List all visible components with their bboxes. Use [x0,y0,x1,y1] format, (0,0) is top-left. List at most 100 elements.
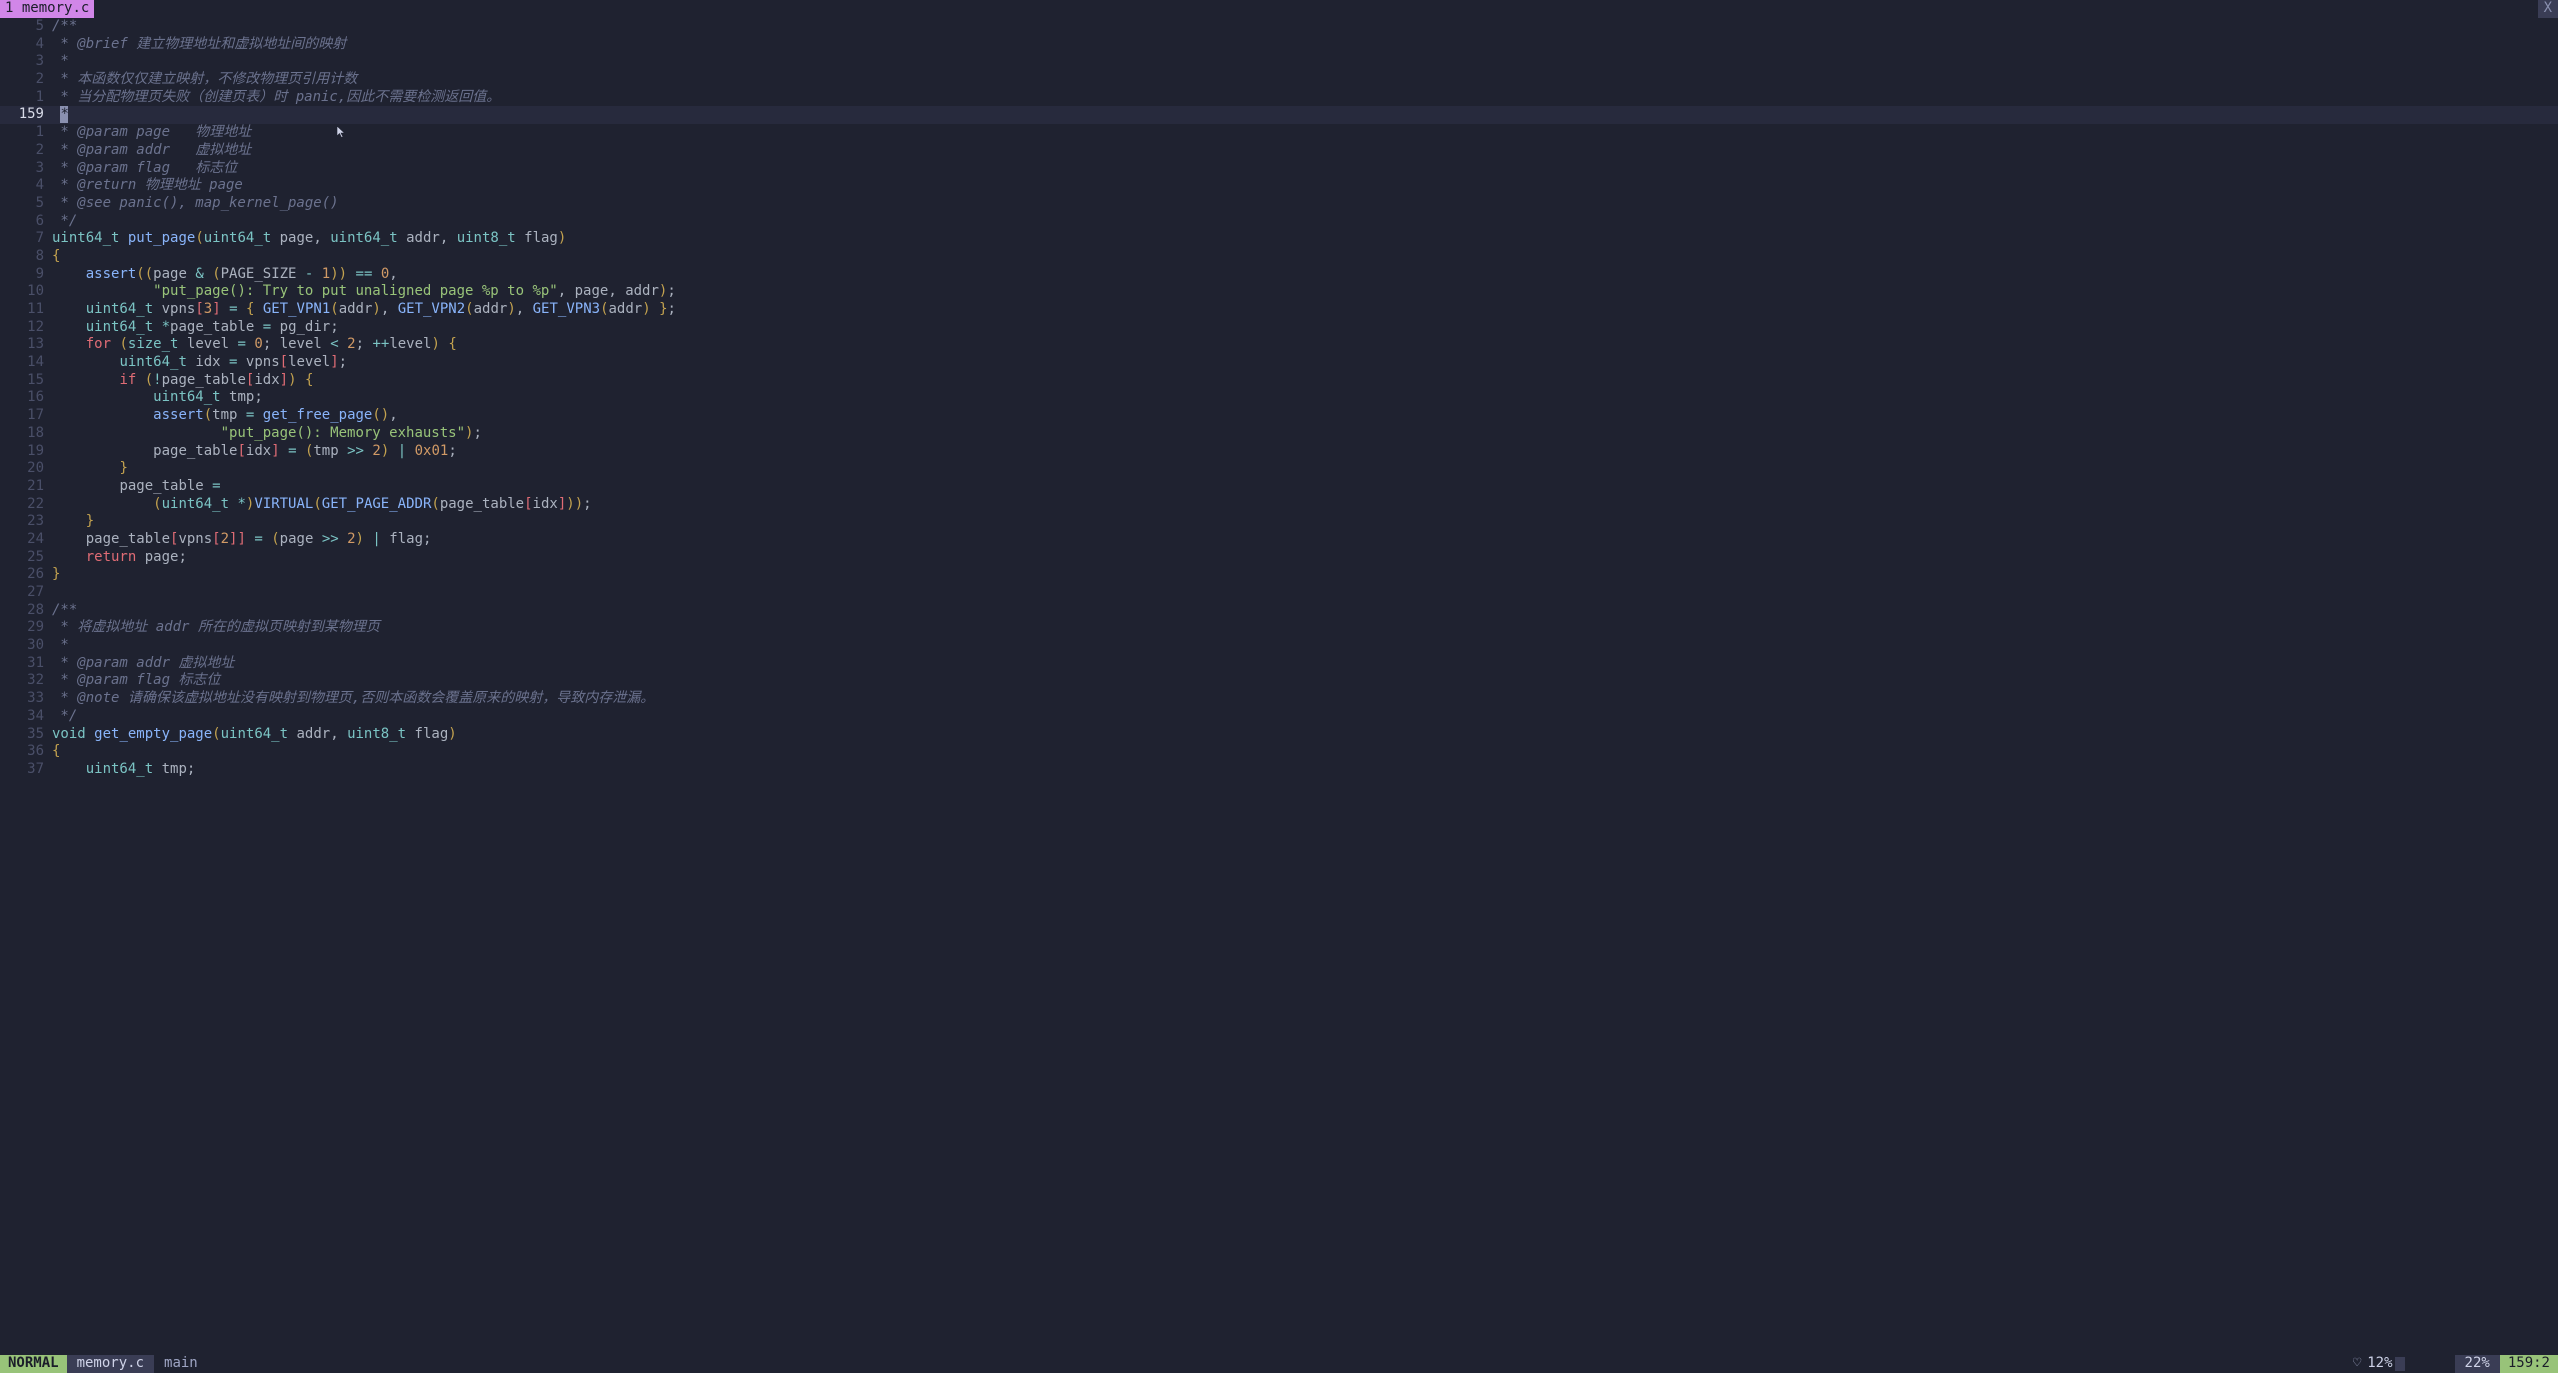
code-content[interactable]: * 将虚拟地址 addr 所在的虚拟页映射到某物理页 [52,619,2558,637]
code-content[interactable]: * [52,53,2558,71]
code-line[interactable]: 2 * 本函数仅仅建立映射，不修改物理页引用计数 [0,71,2558,89]
code-content[interactable]: * @param addr 虚拟地址 [52,142,2558,160]
code-line[interactable]: 33 * @note 请确保该虚拟地址没有映射到物理页,否则本函数会覆盖原来的映… [0,690,2558,708]
code-content[interactable]: /** [52,18,2558,36]
code-content[interactable]: page_table = [52,478,2558,496]
code-content[interactable]: * @see panic(), map_kernel_page() [52,195,2558,213]
code-line[interactable]: 7uint64_t put_page(uint64_t page, uint64… [0,230,2558,248]
code-content[interactable]: * @param addr 虚拟地址 [52,655,2558,673]
code-content[interactable]: uint64_t put_page(uint64_t page, uint64_… [52,230,2558,248]
code-content[interactable]: } [52,513,2558,531]
code-line[interactable]: 25 return page; [0,549,2558,567]
code-line[interactable]: 6 */ [0,213,2558,231]
code-line[interactable]: 17 assert(tmp = get_free_page(), [0,407,2558,425]
code-line[interactable]: 27 [0,584,2558,602]
code-content[interactable]: for (size_t level = 0; level < 2; ++leve… [52,336,2558,354]
line-number: 5 [0,18,52,36]
code-content[interactable]: "put_page(): Memory exhausts"); [52,425,2558,443]
line-number: 11 [0,301,52,319]
code-line[interactable]: 19 page_table[idx] = (tmp >> 2) | 0x01; [0,443,2558,461]
code-line[interactable]: 159 * [0,106,2558,124]
code-content[interactable]: * @param flag 标志位 [52,160,2558,178]
code-line[interactable]: 2 * @param addr 虚拟地址 [0,142,2558,160]
code-content[interactable]: if (!page_table[idx]) { [52,372,2558,390]
line-number: 29 [0,619,52,637]
code-line[interactable]: 15 if (!page_table[idx]) { [0,372,2558,390]
code-line[interactable]: 10 "put_page(): Try to put unaligned pag… [0,283,2558,301]
code-line[interactable]: 20 } [0,460,2558,478]
code-line[interactable]: 3 * @param flag 标志位 [0,160,2558,178]
tab-index: 1 [5,0,13,16]
code-content[interactable]: uint64_t tmp; [52,389,2558,407]
code-line[interactable]: 32 * @param flag 标志位 [0,672,2558,690]
code-content[interactable]: uint64_t vpns[3] = { GET_VPN1(addr), GET… [52,301,2558,319]
code-line[interactable]: 1 * @param page 物理地址 [0,124,2558,142]
code-line[interactable]: 13 for (size_t level = 0; level < 2; ++l… [0,336,2558,354]
code-line[interactable]: 8{ [0,248,2558,266]
code-content[interactable]: * @return 物理地址 page [52,177,2558,195]
code-content[interactable]: page_table[idx] = (tmp >> 2) | 0x01; [52,443,2558,461]
code-line[interactable]: 18 "put_page(): Memory exhausts"); [0,425,2558,443]
code-line[interactable]: 12 uint64_t *page_table = pg_dir; [0,319,2558,337]
code-line[interactable]: 16 uint64_t tmp; [0,389,2558,407]
code-content[interactable]: return page; [52,549,2558,567]
code-content[interactable]: uint64_t tmp; [52,761,2558,779]
code-line[interactable]: 5 * @see panic(), map_kernel_page() [0,195,2558,213]
code-content[interactable]: * @param flag 标志位 [52,672,2558,690]
code-content[interactable]: uint64_t idx = vpns[level]; [52,354,2558,372]
code-content[interactable]: { [52,248,2558,266]
line-number: 23 [0,513,52,531]
code-line[interactable]: 1 * 当分配物理页失败（创建页表）时 panic,因此不需要检测返回值。 [0,89,2558,107]
code-content[interactable]: * @note 请确保该虚拟地址没有映射到物理页,否则本函数会覆盖原来的映射，导… [52,690,2558,708]
code-content[interactable]: */ [52,213,2558,231]
code-content[interactable]: * [52,637,2558,655]
code-line[interactable]: 30 * [0,637,2558,655]
code-content[interactable]: */ [52,708,2558,726]
code-line[interactable]: 31 * @param addr 虚拟地址 [0,655,2558,673]
code-line[interactable]: 37 uint64_t tmp; [0,761,2558,779]
line-number: 5 [0,195,52,213]
code-content[interactable]: /** [52,602,2558,620]
code-line[interactable]: 11 uint64_t vpns[3] = { GET_VPN1(addr), … [0,301,2558,319]
code-line[interactable]: 4 * @brief 建立物理地址和虚拟地址间的映射 [0,36,2558,54]
line-number: 30 [0,637,52,655]
tab-active[interactable]: 1 memory.c [0,0,94,18]
code-line[interactable]: 5/** [0,18,2558,36]
code-content[interactable]: * 当分配物理页失败（创建页表）时 panic,因此不需要检测返回值。 [52,89,2558,107]
code-content[interactable]: "put_page(): Try to put unaligned page %… [52,283,2558,301]
code-line[interactable]: 26} [0,566,2558,584]
code-line[interactable]: 22 (uint64_t *)VIRTUAL(GET_PAGE_ADDR(pag… [0,496,2558,514]
tab-close-button[interactable]: X [2538,0,2558,18]
mode-indicator: NORMAL [0,1355,67,1373]
code-content[interactable]: assert(tmp = get_free_page(), [52,407,2558,425]
code-line[interactable]: 29 * 将虚拟地址 addr 所在的虚拟页映射到某物理页 [0,619,2558,637]
code-content[interactable]: * [52,106,2558,124]
code-content[interactable]: uint64_t *page_table = pg_dir; [52,319,2558,337]
code-content[interactable]: } [52,460,2558,478]
code-line[interactable]: 3 * [0,53,2558,71]
code-line[interactable]: 14 uint64_t idx = vpns[level]; [0,354,2558,372]
code-line[interactable]: 21 page_table = [0,478,2558,496]
code-content[interactable] [52,584,2558,602]
code-line[interactable]: 4 * @return 物理地址 page [0,177,2558,195]
line-number: 33 [0,690,52,708]
code-content[interactable]: assert((page & (PAGE_SIZE - 1)) == 0, [52,266,2558,284]
code-line[interactable]: 24 page_table[vpns[2]] = (page >> 2) | f… [0,531,2558,549]
code-line[interactable]: 35void get_empty_page(uint64_t addr, uin… [0,726,2558,744]
code-line[interactable]: 23 } [0,513,2558,531]
code-content[interactable]: * 本函数仅仅建立映射，不修改物理页引用计数 [52,71,2558,89]
code-content[interactable]: } [52,566,2558,584]
code-line[interactable]: 28/** [0,602,2558,620]
code-content[interactable]: (uint64_t *)VIRTUAL(GET_PAGE_ADDR(page_t… [52,496,2558,514]
code-content[interactable]: page_table[vpns[2]] = (page >> 2) | flag… [52,531,2558,549]
code-content[interactable]: { [52,743,2558,761]
status-percent-b: 22% [2455,1355,2500,1373]
code-line[interactable]: 9 assert((page & (PAGE_SIZE - 1)) == 0, [0,266,2558,284]
code-content[interactable]: void get_empty_page(uint64_t addr, uint8… [52,726,2558,744]
editor-viewport[interactable]: 5/**4 * @brief 建立物理地址和虚拟地址间的映射3 *2 * 本函数… [0,18,2558,1355]
code-line[interactable]: 36{ [0,743,2558,761]
code-content[interactable]: * @brief 建立物理地址和虚拟地址间的映射 [52,36,2558,54]
code-content[interactable]: * @param page 物理地址 [52,124,2558,142]
line-number: 17 [0,407,52,425]
code-line[interactable]: 34 */ [0,708,2558,726]
